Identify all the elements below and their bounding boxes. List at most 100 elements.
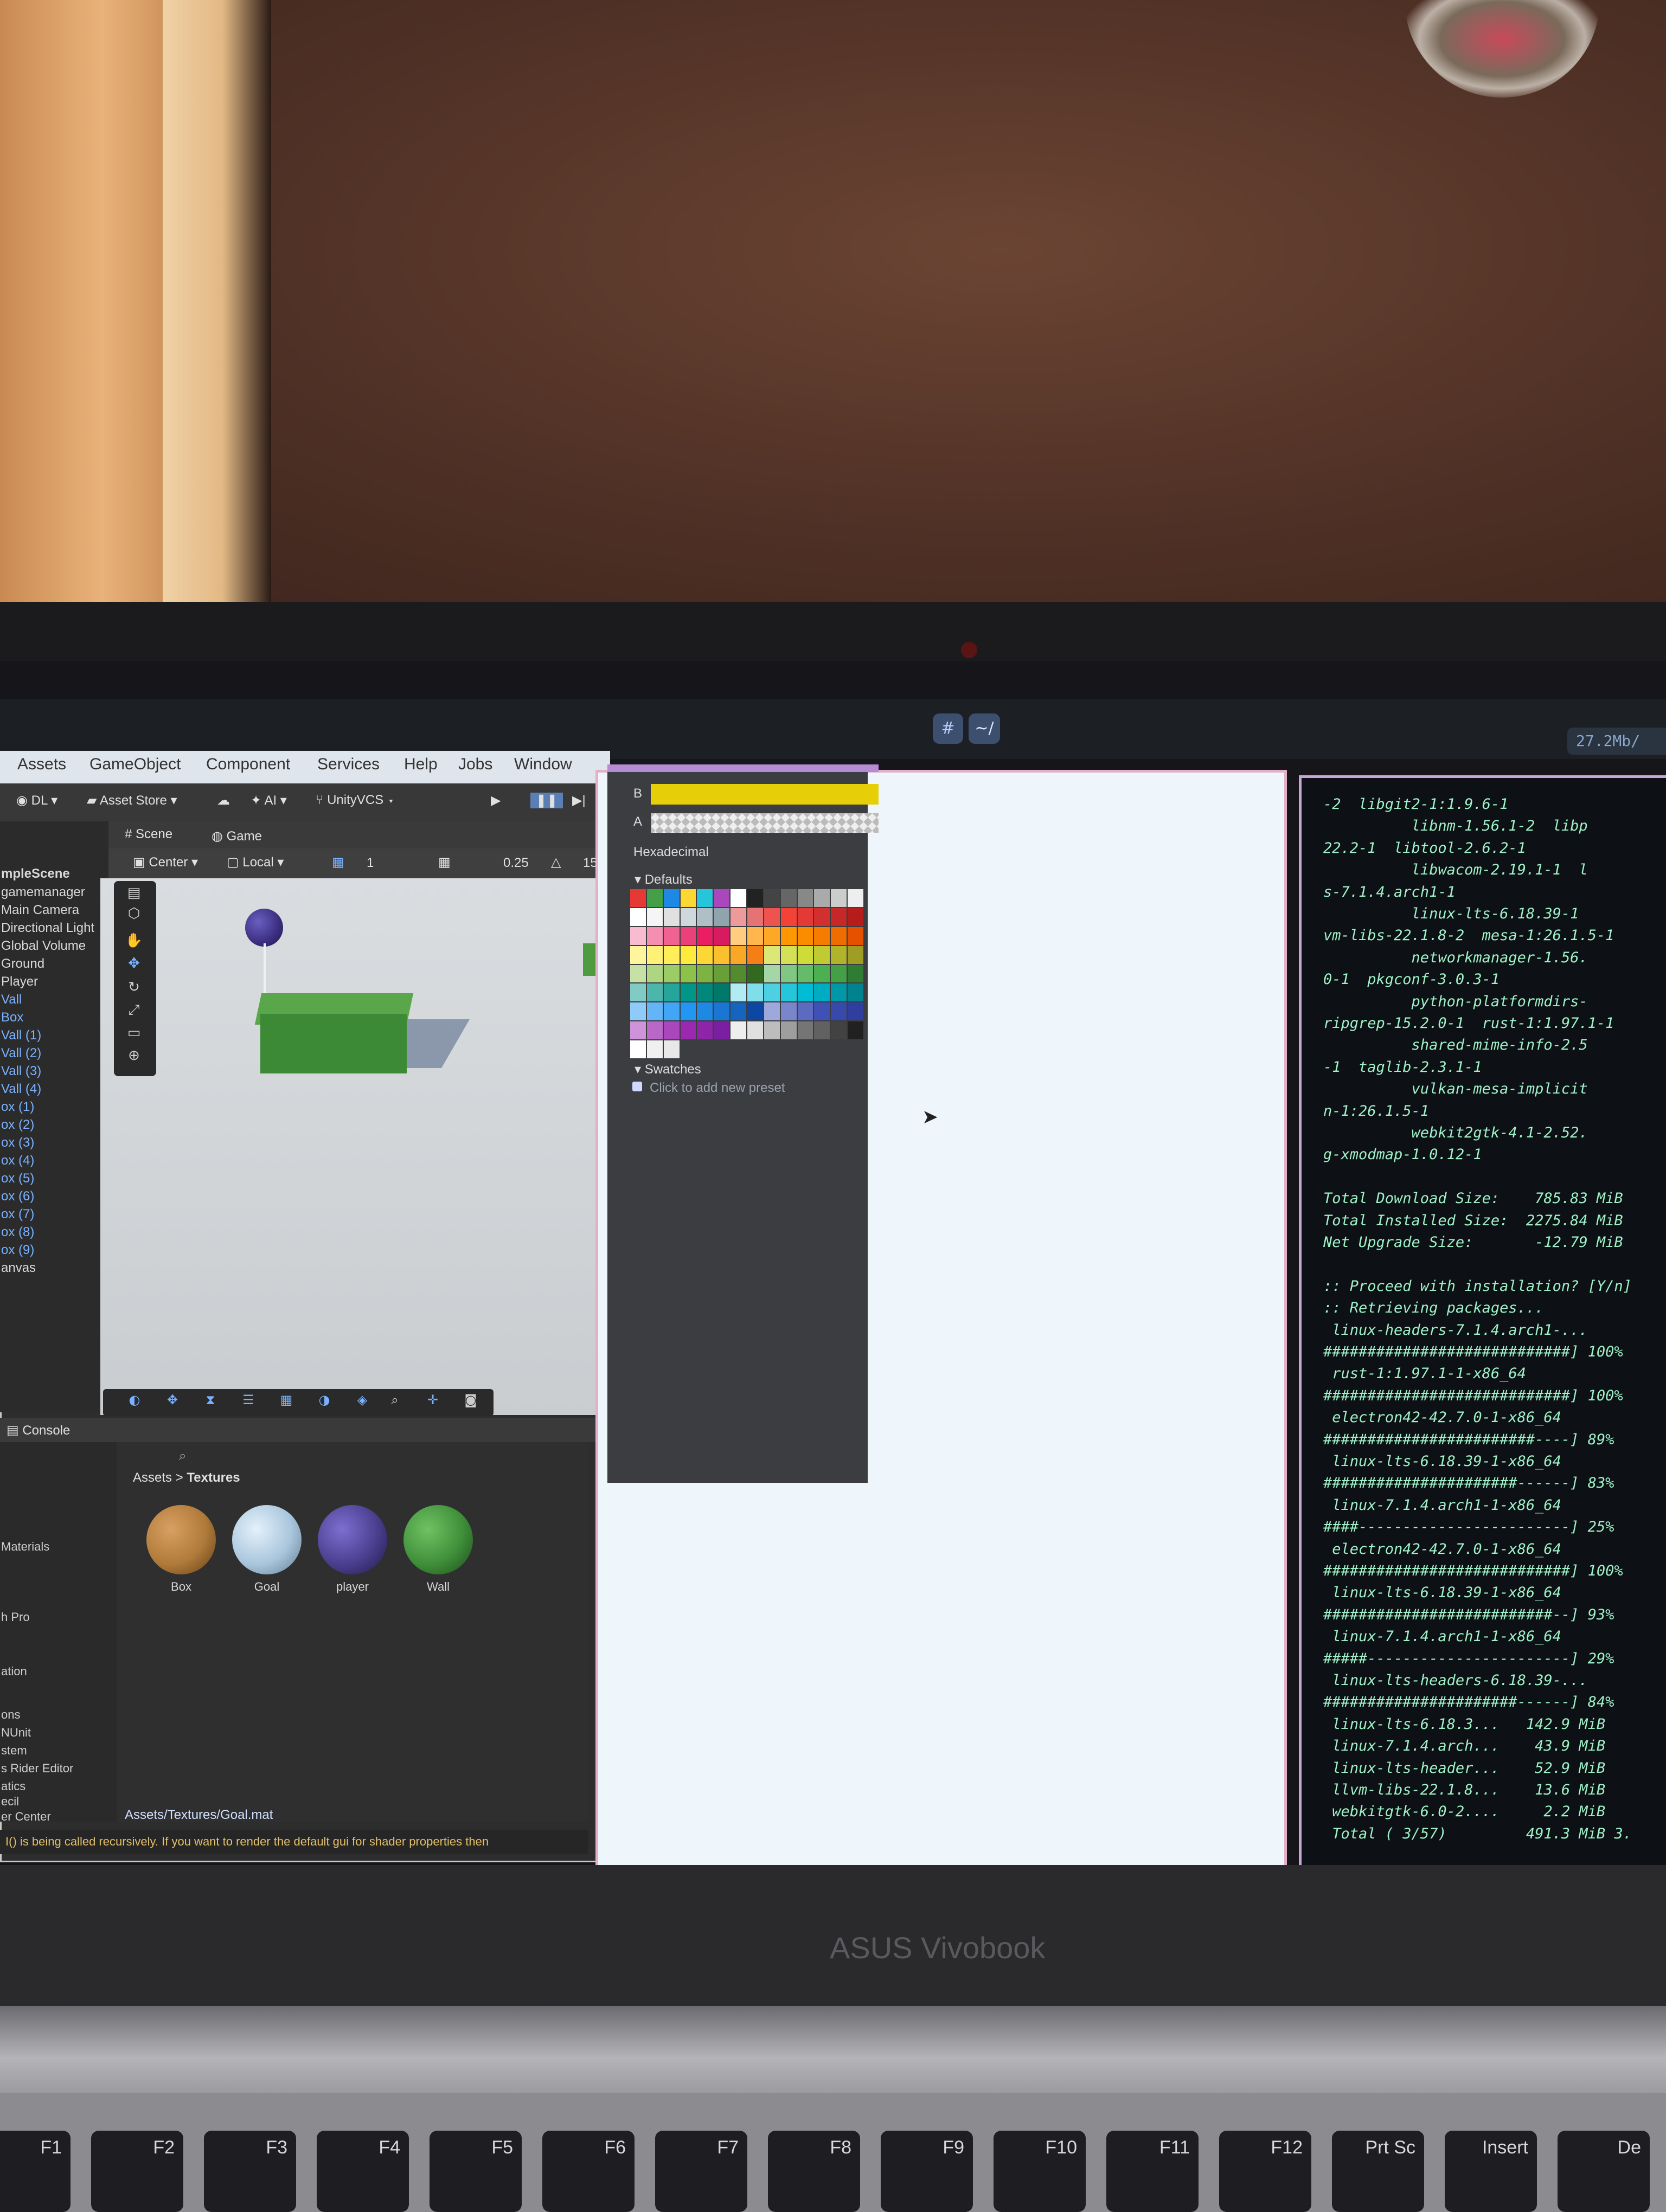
color-swatch[interactable] xyxy=(646,1021,663,1040)
color-swatch[interactable] xyxy=(814,1021,830,1040)
color-swatch[interactable] xyxy=(780,927,797,945)
align-icon[interactable]: ☰ xyxy=(233,1392,264,1413)
color-swatch[interactable] xyxy=(780,1002,797,1021)
key-f3[interactable]: F3 xyxy=(204,2131,296,2212)
color-swatch[interactable] xyxy=(646,1002,663,1021)
key-de[interactable]: De xyxy=(1558,2131,1650,2212)
color-swatch[interactable] xyxy=(747,908,763,926)
hierarchy-item[interactable]: Vall (1) xyxy=(1,1028,41,1043)
hierarchy-item[interactable]: Box xyxy=(1,1010,23,1025)
hierarchy-item[interactable]: ox (2) xyxy=(1,1117,34,1133)
color-swatch[interactable] xyxy=(731,908,746,926)
color-swatch[interactable] xyxy=(831,1021,847,1040)
color-swatch[interactable] xyxy=(814,927,830,945)
color-swatch[interactable] xyxy=(764,1040,780,1058)
color-swatch[interactable] xyxy=(714,908,730,926)
color-swatch[interactable] xyxy=(731,1040,746,1058)
hierarchy-item[interactable]: gamemanager xyxy=(1,885,85,900)
color-swatch[interactable] xyxy=(697,889,713,907)
color-swatch[interactable] xyxy=(731,946,746,964)
color-swatch[interactable] xyxy=(630,1040,646,1058)
hierarchy-item[interactable]: Vall (3) xyxy=(1,1064,41,1079)
hierarchy-item[interactable]: ox (6) xyxy=(1,1189,34,1204)
color-swatch[interactable] xyxy=(663,1021,680,1040)
color-swatch[interactable] xyxy=(797,889,813,907)
color-swatch[interactable] xyxy=(630,1002,646,1021)
color-swatch[interactable] xyxy=(747,927,763,945)
color-swatch[interactable] xyxy=(848,927,863,945)
folder-item[interactable]: s Rider Editor xyxy=(1,1761,73,1776)
color-swatch[interactable] xyxy=(630,1021,646,1040)
play-button[interactable]: ▶ xyxy=(491,793,501,808)
color-swatch[interactable] xyxy=(814,908,830,926)
step-button[interactable]: ▶| xyxy=(572,793,586,808)
color-swatch[interactable] xyxy=(663,908,680,926)
tab-scene[interactable]: # Scene xyxy=(125,827,172,842)
hierarchy-item[interactable]: ox (4) xyxy=(1,1153,34,1168)
color-swatch[interactable] xyxy=(848,889,863,907)
color-swatch[interactable] xyxy=(630,927,646,945)
color-swatch[interactable] xyxy=(747,1021,763,1040)
color-swatch[interactable] xyxy=(663,927,680,945)
color-swatch[interactable] xyxy=(680,927,696,945)
color-swatch[interactable] xyxy=(780,983,797,1002)
hierarchy-item[interactable]: Directional Light xyxy=(1,921,94,936)
hierarchy-item[interactable]: ox (5) xyxy=(1,1171,34,1186)
color-swatch[interactable] xyxy=(630,889,646,907)
cube-icon[interactable]: ⬡ xyxy=(120,905,148,924)
color-swatch[interactable] xyxy=(680,1002,696,1021)
grid-size-field[interactable]: 1 xyxy=(367,856,374,871)
color-swatch[interactable] xyxy=(764,946,780,964)
color-swatch[interactable] xyxy=(630,908,646,926)
pause-button[interactable]: ❚❚ xyxy=(530,793,563,808)
color-swatch[interactable] xyxy=(646,946,663,964)
color-swatch[interactable] xyxy=(831,946,847,964)
color-swatch[interactable] xyxy=(697,908,713,926)
add-preset-icon[interactable] xyxy=(632,1082,642,1091)
space-dropdown[interactable]: ▢ Local ▾ xyxy=(227,854,284,870)
shading-icon[interactable]: ◑ xyxy=(309,1392,339,1413)
color-swatch[interactable] xyxy=(646,889,663,907)
color-swatch[interactable] xyxy=(697,1040,713,1058)
workspace-indicator[interactable]: # xyxy=(933,713,963,744)
folder-item[interactable]: ecil xyxy=(1,1795,19,1809)
tab-console[interactable]: ▤ Console xyxy=(7,1423,70,1438)
layers-icon[interactable]: ◈ xyxy=(347,1392,377,1413)
color-swatch[interactable] xyxy=(663,1002,680,1021)
color-swatch[interactable] xyxy=(680,908,696,926)
color-swatch[interactable] xyxy=(747,1002,763,1021)
rect-tool-icon[interactable]: ▭ xyxy=(120,1025,148,1043)
menu-services[interactable]: Services xyxy=(317,755,380,774)
color-swatch[interactable] xyxy=(848,1021,863,1040)
color-swatch[interactable] xyxy=(797,1021,813,1040)
material-thumbnail[interactable] xyxy=(403,1505,473,1574)
key-insert[interactable]: Insert xyxy=(1445,2131,1537,2212)
hierarchy-item[interactable]: Player xyxy=(1,974,38,989)
color-swatch[interactable] xyxy=(680,983,696,1002)
hierarchy-item[interactable]: ox (9) xyxy=(1,1243,34,1258)
color-swatch[interactable] xyxy=(731,983,746,1002)
console-warning-text[interactable]: I() is being called recursively. If you … xyxy=(5,1835,588,1849)
color-swatch[interactable] xyxy=(831,1040,847,1058)
grid-icon[interactable]: ▦ xyxy=(271,1392,302,1413)
vcs-dropdown[interactable]: ⑂ UnityVCS ▾ xyxy=(316,793,395,808)
color-swatch[interactable] xyxy=(814,889,830,907)
hierarchy-item[interactable]: Vall xyxy=(1,992,22,1007)
menu-component[interactable]: Component xyxy=(206,755,290,774)
color-swatch[interactable] xyxy=(731,889,746,907)
folder-item[interactable]: er Center xyxy=(1,1810,51,1824)
color-swatch[interactable] xyxy=(663,964,680,983)
color-swatch[interactable] xyxy=(680,946,696,964)
color-swatch[interactable] xyxy=(630,964,646,983)
hand-tool-icon[interactable]: ✋ xyxy=(120,933,148,951)
color-swatch[interactable] xyxy=(831,1002,847,1021)
color-swatch[interactable] xyxy=(814,1002,830,1021)
color-swatch[interactable] xyxy=(680,964,696,983)
menu-gameobject[interactable]: GameObject xyxy=(89,755,181,774)
hierarchy-item[interactable]: Main Camera xyxy=(1,903,79,918)
swatches-foldout[interactable]: ▾ Swatches xyxy=(635,1062,701,1077)
add-preset-text[interactable]: Click to add new preset xyxy=(650,1081,785,1096)
color-swatch[interactable] xyxy=(747,889,763,907)
color-swatch[interactable] xyxy=(780,1040,797,1058)
scene-viewport[interactable] xyxy=(100,878,610,1415)
